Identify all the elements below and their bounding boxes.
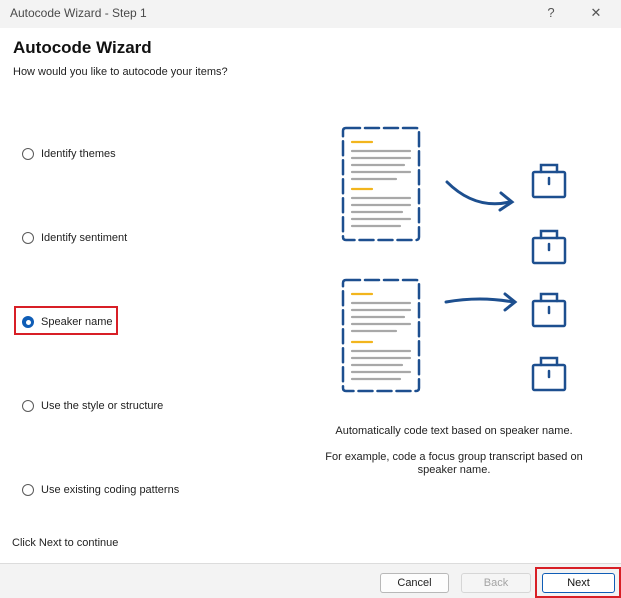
arrow-icon (445, 180, 515, 212)
next-highlight-box (535, 567, 621, 598)
footer-hint: Click Next to continue (12, 537, 119, 549)
briefcase-icon (531, 292, 567, 328)
close-button[interactable]: ✕ (582, 2, 610, 24)
back-button[interactable]: Back (461, 573, 531, 593)
briefcase-icon (531, 163, 567, 199)
option-label: Use existing coding patterns (41, 484, 180, 496)
cancel-button[interactable]: Cancel (380, 573, 449, 593)
title-bar: Autocode Wizard - Step 1 ? ✕ (0, 0, 621, 28)
radio-button[interactable] (22, 484, 34, 496)
document-icon (341, 278, 421, 393)
option-label: Use the style or structure (41, 400, 164, 412)
arrow-icon (444, 292, 518, 312)
option-existing-coding-patterns[interactable]: Use existing coding patterns (22, 481, 179, 499)
page-subtitle: How would you like to autocode your item… (13, 66, 228, 78)
option-identify-sentiment[interactable]: Identify sentiment (22, 229, 127, 247)
option-label: Identify themes (41, 148, 116, 160)
description-line-1: Automatically code text based on speaker… (335, 425, 573, 437)
window-title: Autocode Wizard - Step 1 (10, 6, 147, 20)
page-title: Autocode Wizard (13, 38, 152, 57)
description-line-2: For example, code a focus group transcri… (325, 451, 583, 476)
briefcase-icon (531, 229, 567, 265)
speaker-name-illustration (341, 126, 567, 393)
option-identify-themes[interactable]: Identify themes (22, 145, 116, 163)
document-icon (341, 126, 421, 242)
option-style-structure[interactable]: Use the style or structure (22, 397, 163, 415)
radio-button[interactable] (22, 400, 34, 412)
radio-button[interactable] (22, 148, 34, 160)
briefcase-icon (531, 356, 567, 392)
help-button[interactable]: ? (537, 2, 565, 24)
option-label: Identify sentiment (41, 232, 128, 244)
radio-button[interactable] (22, 232, 34, 244)
selection-highlight-box (14, 306, 118, 335)
